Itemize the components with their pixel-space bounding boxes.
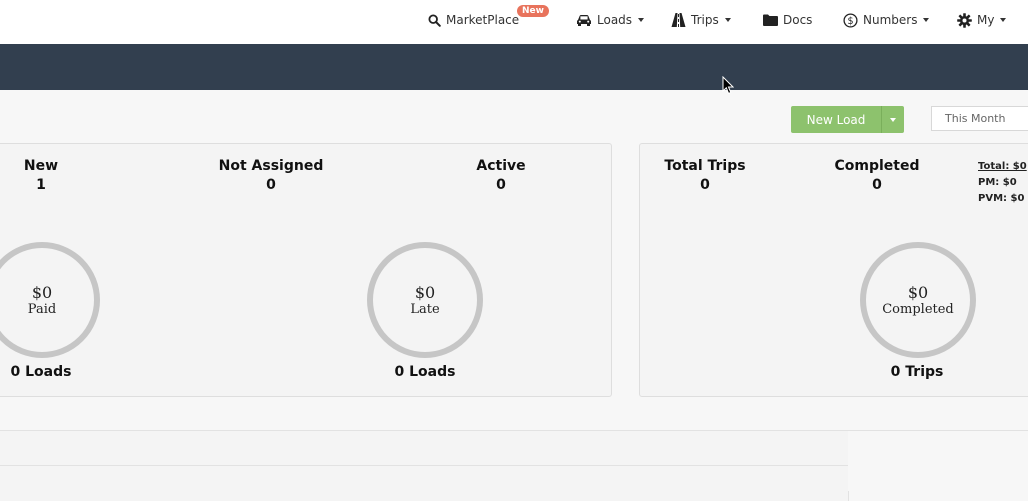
- summary-total-link[interactable]: Total: $0: [978, 161, 1027, 172]
- nav-marketplace[interactable]: MarketPlace: [428, 11, 519, 29]
- nav-docs-label: Docs: [783, 13, 813, 27]
- paid-label: Paid: [27, 301, 57, 317]
- stat-completed-value: 0: [872, 177, 882, 193]
- stat-active-label: Active: [476, 158, 526, 174]
- search-icon: [428, 13, 441, 27]
- svg-text:$: $: [847, 16, 853, 27]
- stat-total-trips-label: Total Trips: [664, 158, 746, 174]
- dollar-circle-icon: $: [843, 12, 858, 28]
- folder-icon: [763, 14, 778, 26]
- completed-amount: $0: [907, 282, 929, 302]
- new-load-button[interactable]: New Load: [791, 106, 881, 133]
- stat-not-assigned-label: Not Assigned: [218, 158, 324, 174]
- car-icon: [576, 14, 592, 26]
- stat-new-value: 1: [36, 177, 46, 193]
- chevron-down-icon: [1000, 18, 1007, 22]
- side-panel: [848, 430, 1028, 491]
- chevron-down-icon: [638, 18, 645, 22]
- late-label: Late: [410, 301, 440, 317]
- late-loads-count: 0 Loads: [394, 364, 456, 380]
- summary-pvm: PVM: $0: [978, 193, 1025, 204]
- trips-summary-panel: [639, 143, 1028, 397]
- nav-trips[interactable]: Trips: [671, 11, 731, 29]
- paid-loads-count: 0 Loads: [10, 364, 72, 380]
- loads-table: [0, 430, 849, 501]
- completed-label: Completed: [882, 301, 954, 317]
- road-icon: [671, 13, 686, 27]
- nav-my-label: My: [977, 13, 995, 27]
- top-navigation-bar: MarketPlace New Loads Trips Docs $ Numbe…: [0, 0, 1028, 45]
- new-badge: New: [517, 5, 549, 17]
- period-select[interactable]: This Month: [931, 106, 1028, 131]
- stat-new-label: New: [23, 158, 59, 174]
- summary-pm: PM: $0: [978, 177, 1017, 188]
- chevron-down-icon: [923, 18, 930, 22]
- paid-amount: $0: [31, 282, 53, 302]
- page-header-banner: [0, 44, 1028, 90]
- table-row-divider: [0, 465, 848, 466]
- stat-active-value: 0: [496, 177, 506, 193]
- gear-icon: [957, 12, 972, 28]
- nav-my[interactable]: My: [957, 11, 1007, 29]
- nav-trips-label: Trips: [691, 13, 719, 27]
- nav-loads-label: Loads: [597, 13, 633, 27]
- trips-count: 0 Trips: [890, 364, 944, 380]
- chevron-down-icon: [890, 117, 896, 122]
- nav-numbers-label: Numbers: [863, 13, 918, 27]
- nav-docs[interactable]: Docs: [763, 11, 812, 29]
- nav-marketplace-label: MarketPlace: [446, 13, 520, 27]
- completed-ring: $0 Completed: [860, 242, 976, 358]
- nav-loads[interactable]: Loads: [576, 11, 645, 29]
- stat-total-trips-value: 0: [700, 177, 710, 193]
- late-amount: $0: [414, 282, 436, 302]
- late-ring: $0 Late: [367, 242, 483, 358]
- stat-completed-label: Completed: [834, 158, 920, 174]
- mouse-cursor-icon: [722, 75, 735, 99]
- nav-numbers[interactable]: $ Numbers: [843, 11, 930, 29]
- new-load-dropdown-toggle[interactable]: [881, 106, 904, 133]
- stat-not-assigned-value: 0: [266, 177, 276, 193]
- chevron-down-icon: [724, 18, 731, 22]
